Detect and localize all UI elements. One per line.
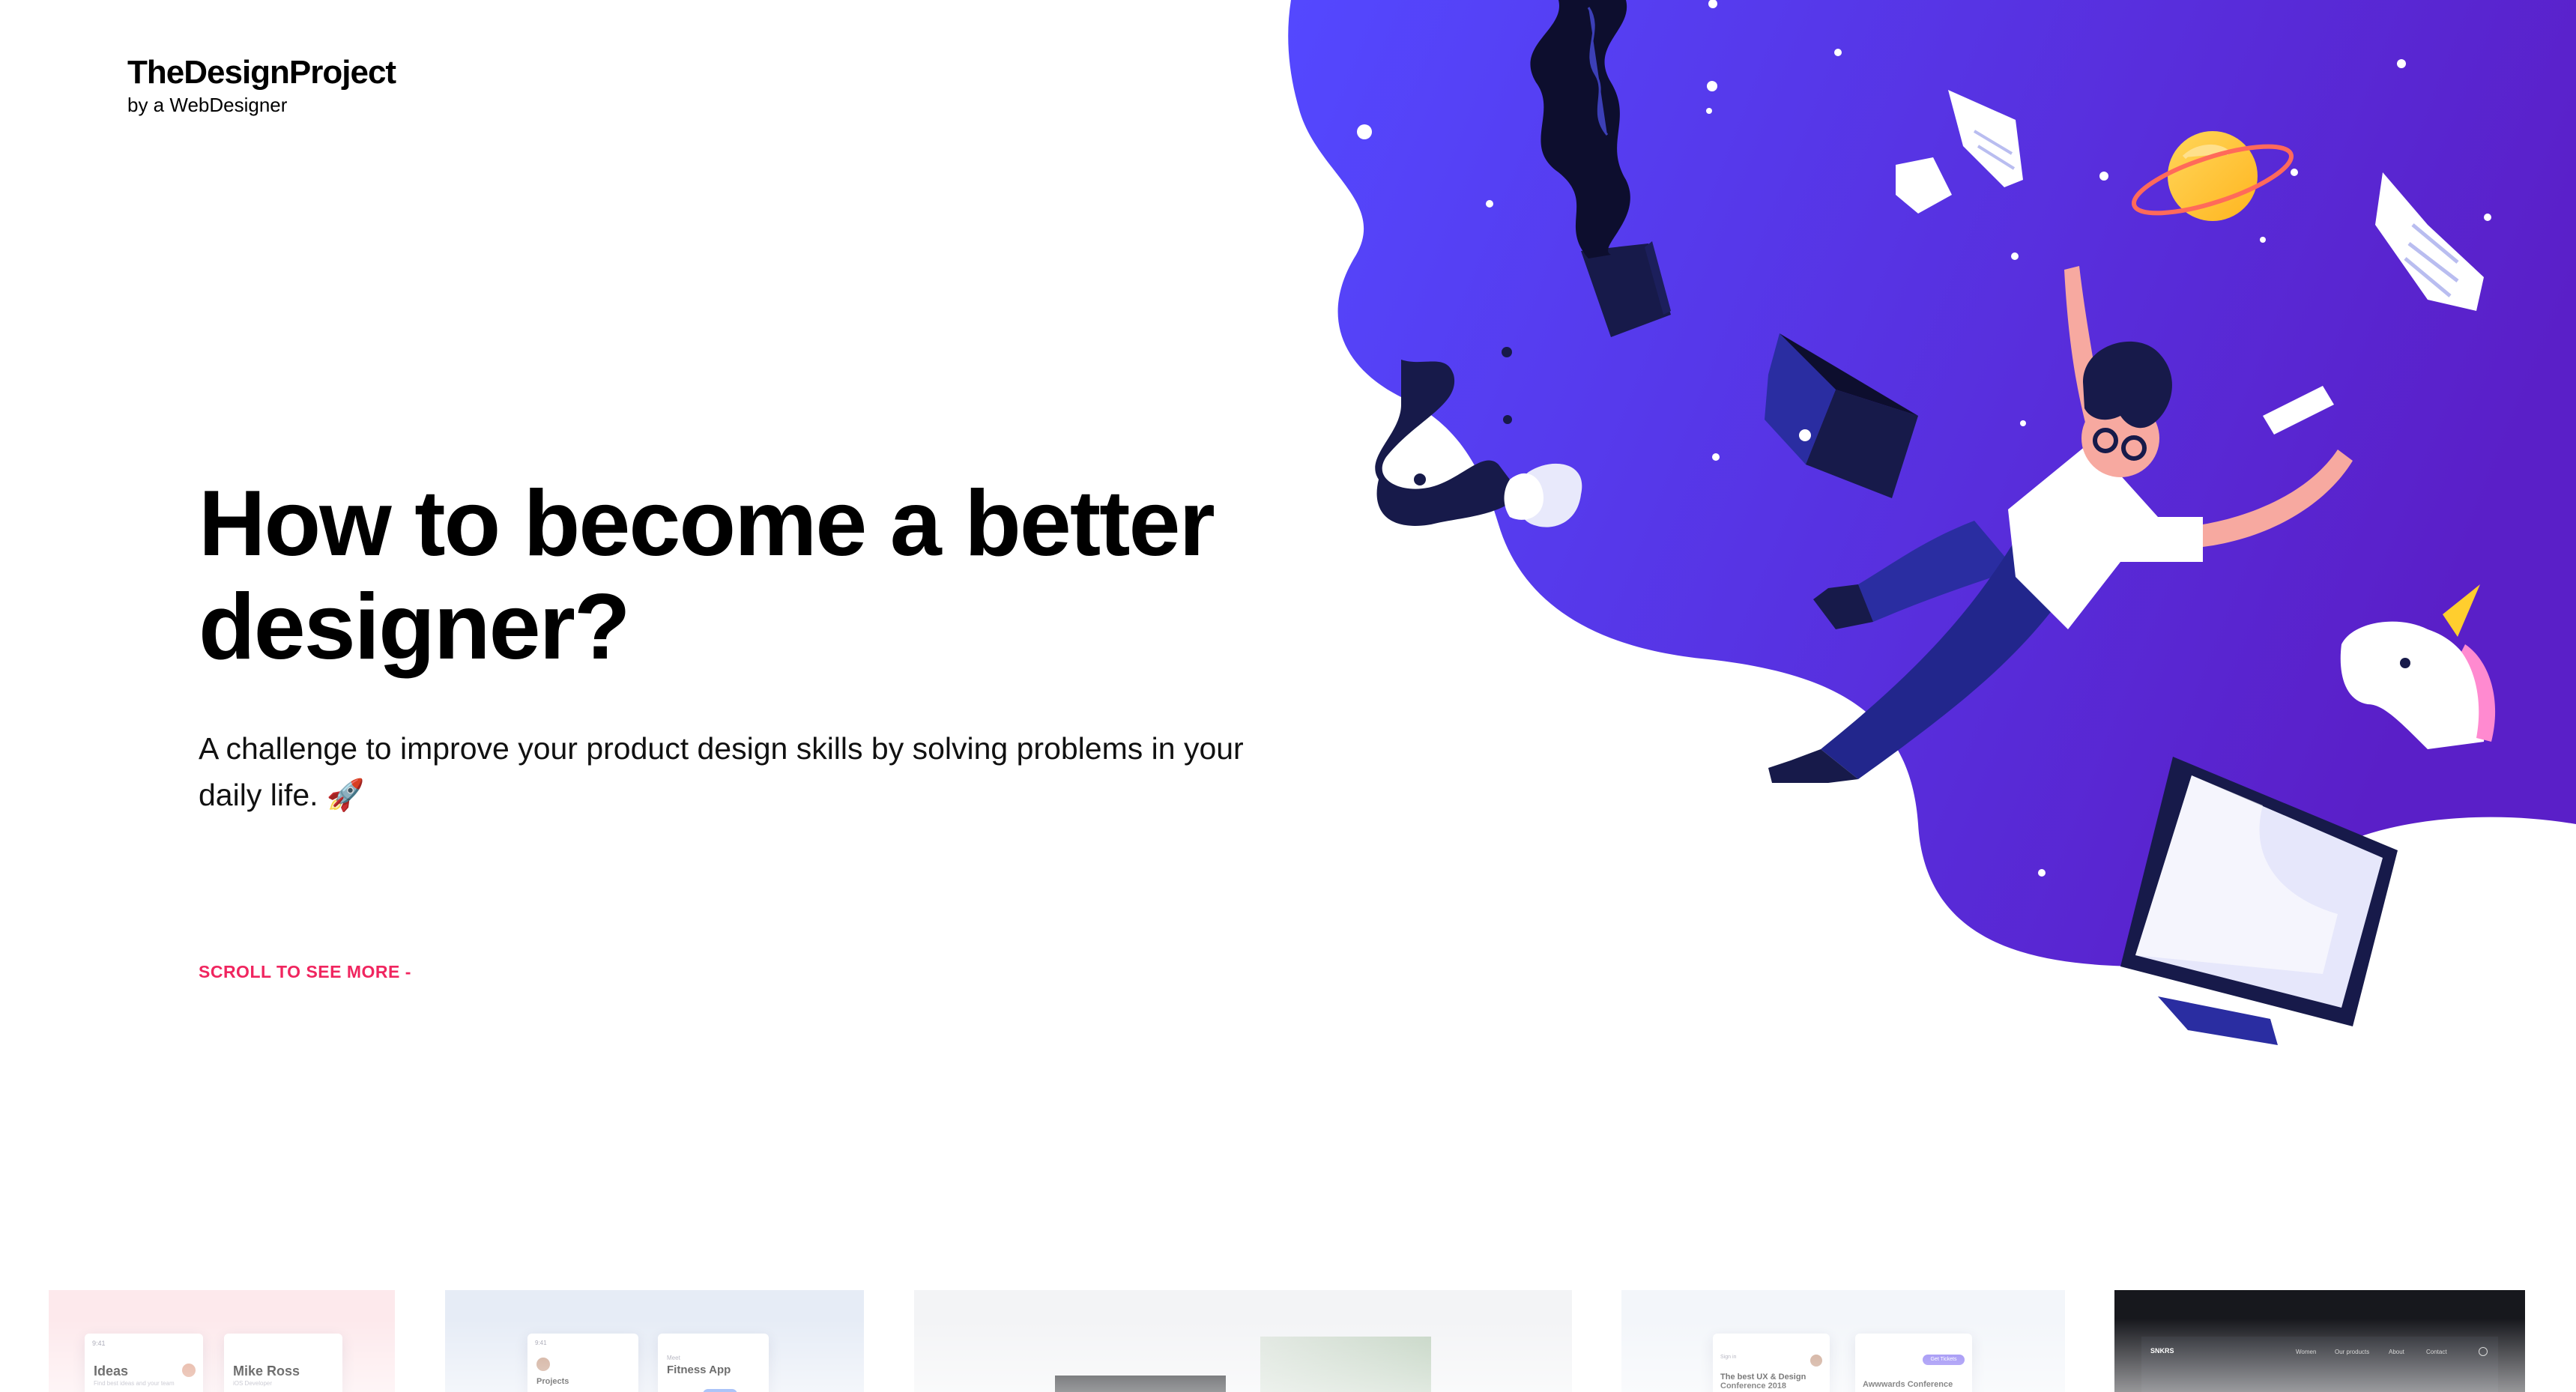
search-icon (2479, 1347, 2488, 1356)
project-thumbnail-sneakers[interactable]: SNKRS Women Our products About Contact (2114, 1290, 2525, 1392)
conference-card: The best UX & Design Conference 2018 Sig… (1713, 1334, 1830, 1392)
status-bar-time: 9:41 (92, 1340, 106, 1347)
landing-page: TheDesignProject by a WebDesigner How to… (0, 0, 2576, 1392)
hero-section: How to become a better designer? A chall… (199, 472, 1285, 818)
scroll-to-see-more-link[interactable]: SCROLL TO SEE MORE - (199, 962, 411, 982)
awwwards-card-title: Awwwards Conference (1863, 1380, 1953, 1389)
primary-button (703, 1389, 737, 1392)
ideas-card: 9:41 Ideas Find best ideas and your team (85, 1334, 203, 1392)
conference-card-title: The best UX & Design Conference 2018 (1720, 1373, 1806, 1391)
profile-card: Mike Ross iOS Developer (224, 1334, 342, 1392)
awwwards-card: Get Tickets Awwwards Conference (1855, 1334, 1972, 1392)
conference-card-caption: Sign in (1720, 1355, 1737, 1360)
hero-subtitle: A challenge to improve your product desi… (199, 725, 1248, 818)
plant-photo (1260, 1337, 1431, 1392)
avatar (182, 1364, 196, 1377)
fitness-card-caption: Meet (667, 1355, 680, 1361)
floating-designer-illustration (1288, 0, 2576, 1045)
project-thumbnail-fitness[interactable]: Projects 9:41 Meet Fitness App (445, 1290, 864, 1392)
profile-card-caption: iOS Developer (233, 1380, 273, 1387)
ideas-card-caption: Find best ideas and your team (94, 1380, 175, 1387)
nav-contact: Contact (2426, 1349, 2447, 1355)
nav-our-products: Our products (2335, 1349, 2370, 1355)
get-tickets-button: Get Tickets (1923, 1355, 1965, 1365)
projects-card-title: Projects (536, 1377, 569, 1386)
avatar (536, 1358, 550, 1371)
project-thumbnail-plant[interactable] (914, 1290, 1572, 1392)
brand-tagline: by a WebDesigner (127, 94, 288, 116)
ideas-card-title: Ideas (94, 1364, 129, 1379)
project-thumbnail-ideas[interactable]: 9:41 Ideas Find best ideas and your team… (49, 1290, 395, 1392)
project-thumbnail-conference[interactable]: The best UX & Design Conference 2018 Sig… (1621, 1290, 2065, 1392)
status-bar-time: 9:41 (535, 1340, 547, 1346)
hero-illustration (1274, 0, 2576, 1064)
avatar (1810, 1355, 1822, 1367)
nav-about: About (2389, 1349, 2404, 1355)
sneakers-site-preview: SNKRS Women Our products About Contact (2141, 1337, 2498, 1392)
product-device-image (1055, 1376, 1226, 1392)
hero-title: How to become a better designer? (199, 472, 1215, 679)
sneakers-logo: SNKRS (2150, 1347, 2174, 1355)
brand-logo-link[interactable]: TheDesignProject by a WebDesigner (127, 54, 396, 117)
profile-card-title: Mike Ross (233, 1364, 300, 1379)
brand-name: TheDesignProject (127, 54, 396, 91)
fitness-card-title: Fitness App (667, 1364, 731, 1376)
rocket-icon: 🚀 (326, 778, 365, 812)
fitness-card: Meet Fitness App (658, 1334, 769, 1392)
nav-women: Women (2296, 1349, 2317, 1355)
projects-card: Projects 9:41 (527, 1334, 638, 1392)
